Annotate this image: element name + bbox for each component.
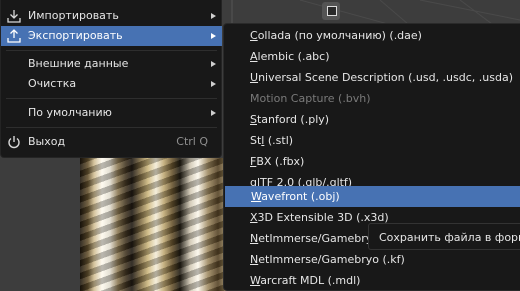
menu-item-label: etImmerse/Gamebryo (.kf) bbox=[258, 253, 405, 266]
mnemonic-letter: U bbox=[250, 71, 259, 84]
menu-item-label: 3D Extensible 3D (.x3d) bbox=[257, 211, 389, 224]
menu-item-cleanup[interactable]: Очистка bbox=[1, 74, 222, 94]
menu-separator bbox=[6, 50, 217, 51]
menu-item-label: tanford (.ply) bbox=[256, 113, 330, 126]
tooltip-text: Сохранить файла в форма bbox=[379, 231, 520, 244]
mnemonic-letter: X bbox=[250, 211, 258, 224]
menu-item-label: По умолчанию bbox=[28, 106, 112, 119]
menu-item-label: BX (.fbx) bbox=[256, 155, 305, 168]
submenu-arrow-icon bbox=[211, 13, 216, 19]
menu-separator bbox=[6, 127, 217, 128]
menu-item-label: Очистка bbox=[28, 77, 77, 90]
shortcut-hint: Ctrl Q bbox=[176, 135, 208, 148]
export-item-motion-capture: Motion Capture (.bvh) bbox=[224, 88, 520, 109]
export-item-wavefront[interactable]: Wavefront (.obj) bbox=[225, 186, 520, 207]
mnemonic-letter: N bbox=[250, 232, 259, 245]
menu-item-label: niversal Scene Description (.usd, .usdc,… bbox=[258, 71, 513, 84]
menu-item-label: Выход bbox=[28, 135, 66, 148]
menu-item-label: avefront (.obj) bbox=[261, 190, 340, 203]
export-item-alembic[interactable]: Alembic (.abc) bbox=[224, 46, 520, 67]
export-icon bbox=[7, 29, 21, 43]
submenu-arrow-icon bbox=[211, 110, 216, 116]
menu-item-label: Импортировать bbox=[28, 9, 119, 22]
viewport-toggle-icon[interactable] bbox=[322, 2, 340, 20]
menu-item-import[interactable]: Импортировать bbox=[1, 6, 222, 26]
menu-item-label: arcraft MDL (.mdl) bbox=[260, 274, 361, 287]
menu-item-export[interactable]: Экспортировать bbox=[1, 26, 222, 46]
tooltip: Сохранить файла в форма bbox=[368, 223, 520, 250]
menu-item-label: etImmerse/Gamebryo bbox=[258, 232, 379, 245]
menu-item-external-data[interactable]: Внешние данные bbox=[1, 54, 222, 74]
export-item-fbx[interactable]: FBX (.fbx) bbox=[224, 151, 520, 172]
menu-item-label: lembic (.abc) bbox=[257, 50, 330, 63]
power-icon bbox=[8, 136, 20, 149]
export-item-usd[interactable]: Universal Scene Description (.usd, .usdc… bbox=[224, 67, 520, 88]
mnemonic-letter: C bbox=[250, 29, 258, 42]
mnemonic-letter: A bbox=[250, 50, 258, 63]
mnemonic-letter: W bbox=[251, 190, 262, 203]
file-menu: Импортировать Экспортировать Внешние дан… bbox=[0, 0, 222, 158]
menu-item-label: St bbox=[250, 134, 262, 147]
mnemonic-letter: N bbox=[250, 253, 259, 266]
mnemonic-letter: W bbox=[250, 274, 261, 287]
menu-item-defaults[interactable]: По умолчанию bbox=[1, 103, 222, 123]
menu-item-label: Внешние данные bbox=[28, 57, 129, 70]
menu-item-label: ollada (по умолчанию) (.dae) bbox=[257, 29, 422, 42]
submenu-arrow-icon bbox=[211, 61, 216, 67]
menu-item-label: (.stl) bbox=[264, 134, 294, 147]
export-item-warcraft[interactable]: Warcraft MDL (.mdl) bbox=[224, 270, 520, 291]
export-item-netimmerse-kf[interactable]: NetImmerse/Gamebryo (.kf) bbox=[224, 249, 520, 270]
mnemonic-letter: S bbox=[250, 113, 257, 126]
export-item-stl[interactable]: Stl (.stl) bbox=[224, 130, 520, 151]
export-item-collada[interactable]: Collada (по умолчанию) (.dae) bbox=[224, 25, 520, 46]
export-submenu: Collada (по умолчанию) (.dae) Alembic (.… bbox=[223, 23, 520, 291]
menu-separator bbox=[6, 98, 217, 99]
menu-item-label: Экспортировать bbox=[28, 29, 123, 42]
menu-item-label: Motion Capture (.bvh) bbox=[250, 92, 371, 105]
submenu-arrow-icon bbox=[211, 33, 216, 39]
import-icon bbox=[7, 10, 21, 23]
menu-item-quit[interactable]: Выход Ctrl Q bbox=[1, 132, 222, 152]
submenu-arrow-icon bbox=[211, 81, 216, 87]
export-item-stanford[interactable]: Stanford (.ply) bbox=[224, 109, 520, 130]
